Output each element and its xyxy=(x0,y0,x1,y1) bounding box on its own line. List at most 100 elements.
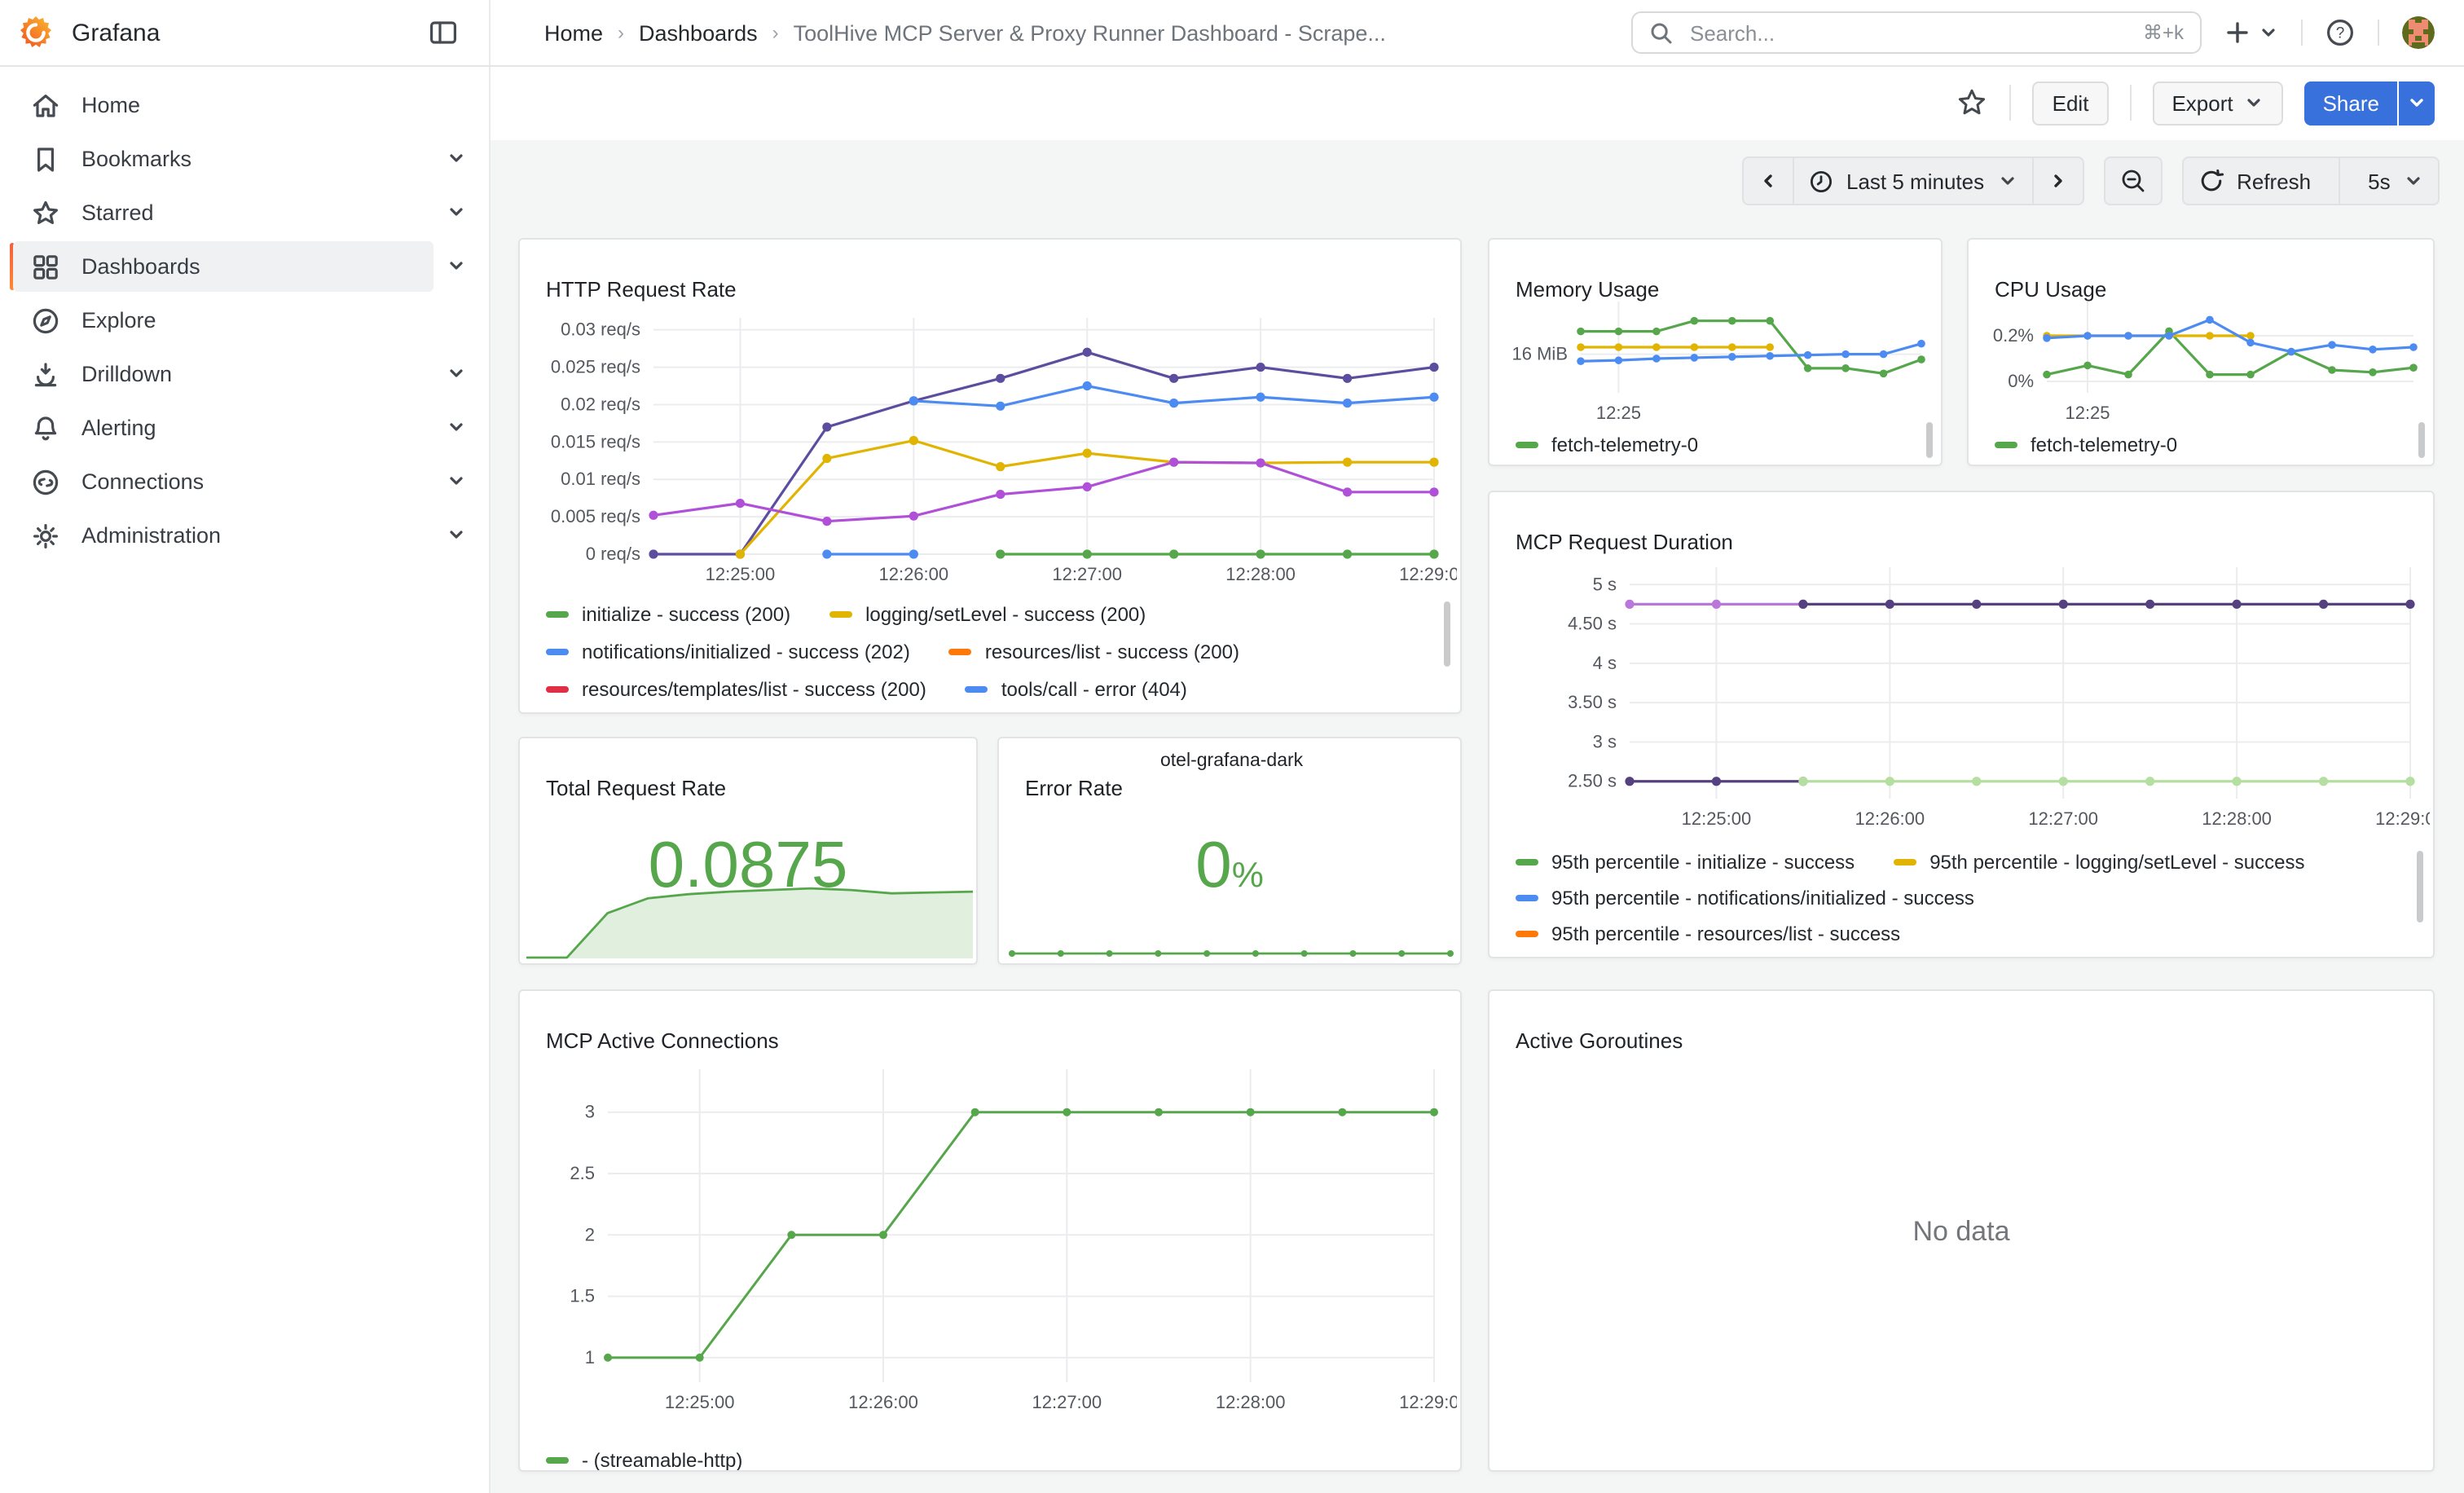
sidebar-item-label: Home xyxy=(81,93,140,117)
sidebar-item-label: Connections xyxy=(81,469,204,494)
panel-cpu-usage: CPU Usage 12:250.2%0% fetch-telemetry-0 xyxy=(1967,238,2435,466)
legend-item[interactable]: fetch-telemetry-0 xyxy=(1995,434,2177,456)
sidebar-item-core: Bookmarks xyxy=(13,134,433,184)
chevron-down-icon xyxy=(447,256,466,275)
dashboard-toolbar: Edit Export Share xyxy=(489,65,2464,140)
legend-item[interactable]: 95th percentile - logging/setLevel - suc… xyxy=(1894,851,2304,874)
search-input[interactable] xyxy=(1687,19,2143,46)
refresh-button[interactable]: Refresh xyxy=(2181,156,2340,205)
legend-swatch-icon xyxy=(1995,442,2017,448)
legend-item[interactable]: fetch-telemetry-0 xyxy=(1516,434,1698,456)
breadcrumb-home[interactable]: Home xyxy=(544,20,603,45)
mcp-request-duration-chart[interactable]: 12:25:0012:26:0012:27:0012:28:0012:29:00… xyxy=(1496,551,2430,841)
favorite-star-icon[interactable] xyxy=(1956,86,1989,119)
memory-usage-chart[interactable]: 12:2516 MiB xyxy=(1496,292,1938,429)
panel-title[interactable]: HTTP Request Rate xyxy=(546,277,737,302)
question-circle-icon: ? xyxy=(2325,18,2355,47)
time-range-picker[interactable]: Last 5 minutes xyxy=(1794,156,2033,205)
sidebar-collapse-icon[interactable] xyxy=(427,16,460,49)
time-back-button[interactable] xyxy=(1742,156,1794,205)
legend-item[interactable]: resources/templates/list - success (200) xyxy=(546,677,926,700)
time-forward-button[interactable] xyxy=(2033,156,2083,205)
edit-button[interactable]: Edit xyxy=(2033,81,2109,125)
search-shortcut: ⌘+k xyxy=(2143,21,2184,44)
clock-icon xyxy=(1809,169,1833,193)
sidebar-item-alerting[interactable]: Alerting xyxy=(0,401,489,455)
mcp-active-connections-chart[interactable]: 12:25:0012:26:0012:27:0012:28:0012:29:00… xyxy=(526,1050,1457,1431)
breadcrumb-separator: › xyxy=(618,21,624,44)
sidebar-item-drilldown[interactable]: Drilldown xyxy=(0,347,489,401)
legend-item[interactable]: tools/call - error (404) xyxy=(966,677,1187,700)
svg-text:0.025 req/s: 0.025 req/s xyxy=(551,357,640,377)
export-button[interactable]: Export xyxy=(2152,81,2283,125)
share-menu-button[interactable] xyxy=(2399,81,2435,125)
svg-text:12:27:00: 12:27:00 xyxy=(2028,808,2098,829)
chevron-down-icon xyxy=(2245,93,2264,112)
legend-swatch-icon xyxy=(546,1457,569,1464)
legend-scrollbar[interactable] xyxy=(1926,422,1933,458)
legend-scrollbar[interactable] xyxy=(1444,601,1450,667)
chevron-right-icon xyxy=(2048,171,2067,191)
sidebar-item-label: Starred xyxy=(81,200,154,225)
svg-text:1.5: 1.5 xyxy=(570,1286,595,1306)
legend-row: 95th percentile - initialize - success 95… xyxy=(1496,844,2413,880)
sidebar-item-explore[interactable]: Explore xyxy=(0,293,489,347)
legend-row: fetch-telemetry-0 xyxy=(1496,432,1921,458)
grid-icon xyxy=(29,250,62,283)
legend-item[interactable]: resources/list - success (200) xyxy=(949,640,1239,663)
legend-item[interactable]: logging/setLevel - success (200) xyxy=(829,602,1146,625)
sidebar-item-connections[interactable]: Connections xyxy=(0,455,489,509)
no-data-message: No data xyxy=(1489,1216,2433,1249)
legend-item[interactable]: - (streamable-http) xyxy=(546,1449,742,1472)
legend-item[interactable]: 95th percentile - resources/list - succe… xyxy=(1516,923,1900,945)
add-button[interactable] xyxy=(2224,20,2278,46)
legend-item[interactable]: 95th percentile - notifications/initiali… xyxy=(1516,887,1974,909)
divider xyxy=(2378,20,2379,46)
legend-scrollbar[interactable] xyxy=(2418,422,2425,458)
sidebar-item-label: Drilldown xyxy=(81,362,172,386)
home-icon xyxy=(29,89,62,121)
legend-swatch-icon xyxy=(1516,859,1538,865)
svg-text:12:27:00: 12:27:00 xyxy=(1032,1392,1102,1412)
stat-value: 0% xyxy=(999,830,1460,911)
http-request-rate-chart[interactable]: 12:25:0012:26:0012:27:0012:28:0012:29:00… xyxy=(526,305,1457,595)
svg-text:3.50 s: 3.50 s xyxy=(1568,692,1617,712)
cpu-usage-chart[interactable]: 12:250.2%0% xyxy=(1975,292,2430,429)
svg-text:0.005 req/s: 0.005 req/s xyxy=(551,506,640,526)
panel-title[interactable]: Error Rate xyxy=(1025,776,1123,800)
legend-item[interactable]: 95th percentile - initialize - success xyxy=(1516,851,1855,874)
refresh-interval-picker[interactable]: 5s xyxy=(2340,156,2439,205)
legend-item[interactable]: initialize - success (200) xyxy=(546,602,790,625)
svg-text:12:26:00: 12:26:00 xyxy=(1855,808,1925,829)
bell-icon xyxy=(29,412,62,444)
share-button[interactable]: Share xyxy=(2305,81,2397,125)
connections-icon xyxy=(29,465,62,498)
help-button[interactable]: ? xyxy=(2325,18,2355,47)
legend-scrollbar[interactable] xyxy=(2417,851,2423,923)
avatar[interactable] xyxy=(2402,16,2435,49)
sidebar-item-dashboards[interactable]: Dashboards xyxy=(0,240,489,293)
svg-text:12:27:00: 12:27:00 xyxy=(1052,564,1122,584)
header-actions: ⌘+k ? xyxy=(1631,11,2464,54)
breadcrumb-dashboards[interactable]: Dashboards xyxy=(639,20,758,45)
legend-row: fetch-telemetry-0 xyxy=(1975,432,2413,458)
error-rate-sparkline[interactable] xyxy=(1005,937,1457,960)
legend-label: - (streamable-http) xyxy=(582,1449,742,1472)
sidebar-nav: Home Bookmarks Starred DashboardsExplore Dri… xyxy=(0,65,489,562)
chevron-down-icon xyxy=(447,202,466,222)
legend-label: fetch-telemetry-0 xyxy=(2031,434,2177,456)
chevron-down-icon xyxy=(447,148,466,168)
sidebar-item-bookmarks[interactable]: Bookmarks xyxy=(0,132,489,186)
zoom-out-button[interactable] xyxy=(2103,156,2162,205)
sidebar-item-starred[interactable]: Starred xyxy=(0,186,489,240)
sidebar-item-administration[interactable]: Administration xyxy=(0,509,489,562)
panel-title[interactable]: Active Goroutines xyxy=(1516,1028,1683,1053)
legend-item[interactable]: notifications/initialized - success (202… xyxy=(546,640,910,663)
legend-row: resources/templates/list - success (200)… xyxy=(526,670,1441,707)
legend-row: 95th percentile - resources/templates/li… xyxy=(1496,952,2413,958)
svg-text:3 s: 3 s xyxy=(1593,731,1617,751)
search-box[interactable]: ⌘+k xyxy=(1631,11,2202,54)
sidebar-item-home[interactable]: Home xyxy=(0,78,489,132)
panel-title[interactable]: Total Request Rate xyxy=(546,776,726,800)
time-controls: Last 5 minutes Refresh 5s xyxy=(1742,156,2440,205)
